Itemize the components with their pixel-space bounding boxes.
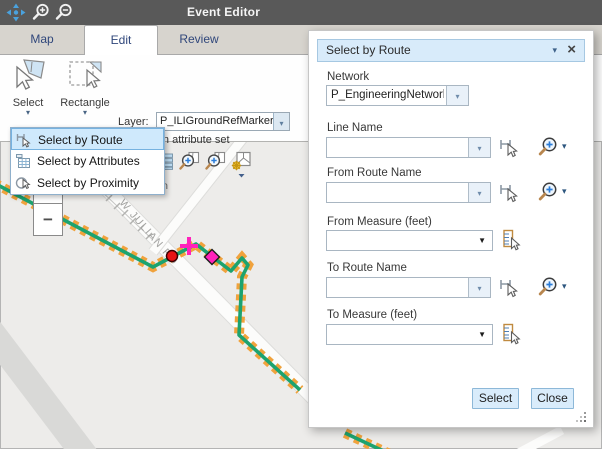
- select-by-route-panel: Select by Route ▾ × Network P_Engineerin…: [308, 30, 594, 428]
- pick-measure-ruler-icon[interactable]: [501, 323, 523, 345]
- app-title: Event Editor: [187, 0, 260, 25]
- select-by-proximity-icon: [15, 175, 31, 191]
- from-measure-combobox[interactable]: ▼: [326, 230, 493, 251]
- from-measure-label: From Measure (feet): [327, 216, 432, 228]
- zoom-options-arrow-icon[interactable]: ▾: [562, 281, 567, 292]
- layer-combobox[interactable]: P_ILIGroundRefMarkers ▾: [156, 112, 290, 131]
- panel-header[interactable]: Select by Route ▾ ×: [317, 39, 585, 62]
- from-route-name-label: From Route Name: [327, 167, 422, 179]
- select-route-on-map-icon[interactable]: [498, 136, 520, 158]
- title-bar: Event Editor: [0, 0, 602, 25]
- pan-to-selection-icon[interactable]: [205, 151, 226, 172]
- chevron-down-icon: ▾: [279, 119, 283, 128]
- select-tool-dropdown-arrow[interactable]: ▾: [4, 109, 52, 116]
- pick-measure-ruler-icon[interactable]: [501, 229, 523, 251]
- layer-value: P_ILIGroundRefMarkers: [160, 113, 273, 130]
- chevron-down-icon: ▾: [477, 189, 481, 198]
- to-route-dropdown-button[interactable]: ▾: [468, 278, 490, 297]
- zoom-in-icon[interactable]: [31, 3, 51, 22]
- to-measure-combobox[interactable]: ▼: [326, 324, 493, 345]
- line-name-combobox[interactable]: ▾: [326, 137, 491, 158]
- chevron-down-icon[interactable]: ▼: [478, 325, 486, 344]
- zoom-to-route-icon[interactable]: [537, 181, 559, 203]
- layer-dropdown-button[interactable]: ▾: [273, 113, 289, 130]
- network-value: P_EngineeringNetwork: [331, 86, 444, 105]
- chevron-down-icon[interactable]: ▼: [478, 231, 486, 250]
- line-name-label: Line Name: [327, 122, 383, 134]
- zoom-to-route-icon[interactable]: [537, 276, 559, 298]
- select-tool-icon: [10, 57, 46, 91]
- zoom-to-selection-icon[interactable]: [179, 151, 200, 172]
- to-route-name-label: To Route Name: [327, 262, 407, 274]
- panel-close-icon[interactable]: ×: [567, 40, 576, 60]
- select-tool-menu: Select by Route Select by Attributes Sel…: [10, 127, 165, 195]
- tab-edit[interactable]: Edit: [84, 25, 158, 55]
- from-route-dropdown-button[interactable]: ▾: [468, 183, 490, 202]
- line-name-dropdown-button[interactable]: ▾: [468, 138, 490, 157]
- pan-icon[interactable]: [6, 3, 26, 22]
- menu-item-select-by-route[interactable]: Select by Route: [11, 128, 164, 150]
- tab-review[interactable]: Review: [158, 25, 240, 54]
- menu-item-label: Select by Route: [38, 129, 123, 151]
- tab-map[interactable]: Map: [0, 25, 84, 54]
- chevron-down-icon: ▾: [455, 92, 459, 101]
- select-tool-button[interactable]: Select ▾: [4, 57, 52, 116]
- to-measure-label: To Measure (feet): [327, 309, 417, 321]
- zoom-out-button[interactable]: −: [34, 204, 62, 237]
- network-dropdown-button[interactable]: ▾: [446, 86, 468, 105]
- from-route-name-combobox[interactable]: ▾: [326, 182, 491, 203]
- select-route-on-map-icon[interactable]: [498, 276, 520, 298]
- rectangle-tool-icon: [67, 57, 103, 91]
- network-combobox[interactable]: P_EngineeringNetwork ▾: [326, 85, 469, 106]
- close-button[interactable]: Close: [531, 388, 574, 409]
- panel-collapse-arrow-icon[interactable]: ▾: [552, 40, 557, 61]
- menu-item-select-by-proximity[interactable]: Select by Proximity: [11, 172, 164, 194]
- chevron-down-icon: ▾: [477, 284, 481, 293]
- menu-item-label: Select by Proximity: [37, 172, 139, 194]
- select-by-attributes-icon: [15, 153, 31, 169]
- menu-item-select-by-attributes[interactable]: Select by Attributes: [11, 150, 164, 172]
- zoom-out-icon[interactable]: [54, 3, 74, 22]
- zoom-to-route-icon[interactable]: [537, 136, 559, 158]
- menu-item-label: Select by Attributes: [37, 150, 140, 172]
- chevron-down-icon: ▾: [477, 144, 481, 153]
- zoom-options-arrow-icon[interactable]: ▾: [562, 141, 567, 152]
- selectable-layers-icon[interactable]: [231, 151, 252, 178]
- panel-title: Select by Route: [326, 40, 411, 61]
- network-label: Network: [327, 71, 369, 83]
- road-wide-gray: [0, 330, 90, 449]
- to-route-name-combobox[interactable]: ▾: [326, 277, 491, 298]
- panel-resize-grip[interactable]: [574, 412, 588, 423]
- select-button[interactable]: Select: [472, 388, 519, 409]
- rectangle-tool-button[interactable]: Rectangle ▾: [54, 57, 116, 116]
- select-by-route-icon: [16, 132, 32, 148]
- event-editor-window: W JULIAN RD + −: [0, 0, 602, 449]
- select-route-on-map-icon[interactable]: [498, 181, 520, 203]
- zoom-options-arrow-icon[interactable]: ▾: [562, 186, 567, 197]
- point-event-marker[interactable]: [167, 251, 178, 262]
- rectangle-tool-dropdown-arrow[interactable]: ▾: [54, 109, 116, 116]
- road-bottom-sliver: [515, 430, 562, 449]
